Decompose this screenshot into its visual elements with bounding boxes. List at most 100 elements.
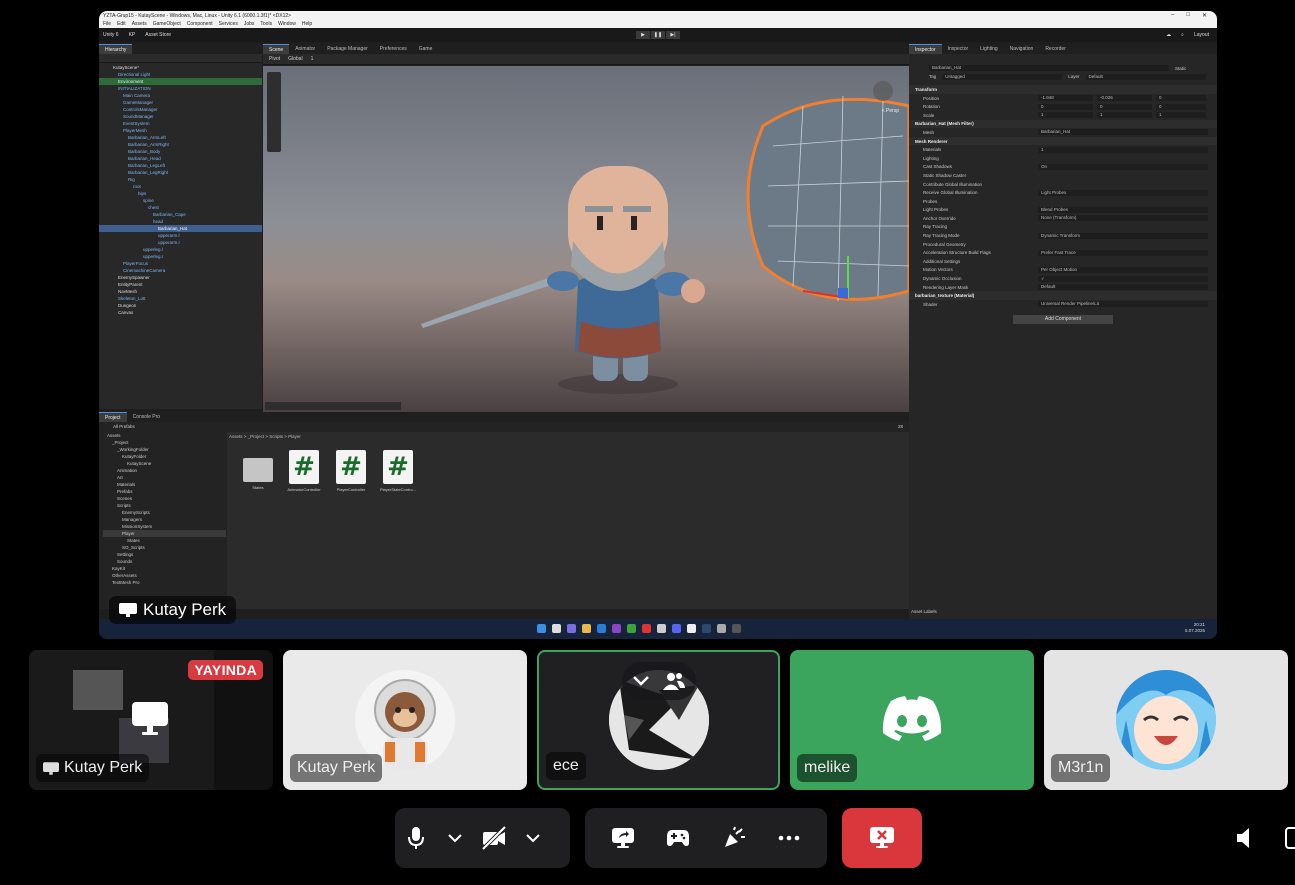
asset-labels[interactable]: Asset Labels <box>911 609 937 614</box>
property-value[interactable]: On <box>1038 163 1208 170</box>
project-folder-item[interactable]: Art <box>103 474 226 481</box>
hierarchy-item[interactable]: GameManager <box>99 99 262 106</box>
outlook-icon[interactable] <box>597 624 606 633</box>
property-value[interactable]: 1 <box>1038 146 1208 153</box>
project-folder-item[interactable]: Player <box>103 530 226 537</box>
opera-icon[interactable] <box>642 624 651 633</box>
unity-icon[interactable] <box>732 624 741 633</box>
screen-share-stream[interactable]: YZTA-Grup15 - KutayScene - Windows, Mac,… <box>99 11 1217 639</box>
search-icon[interactable] <box>552 624 561 633</box>
scene-tool-palette[interactable] <box>267 72 281 152</box>
hierarchy-item[interactable]: chest <box>99 204 262 211</box>
hierarchy-item[interactable]: NavMesh <box>99 288 262 295</box>
tab-navigation[interactable]: Navigation <box>1004 44 1040 54</box>
xbox-icon[interactable] <box>627 624 636 633</box>
menu-assets[interactable]: Assets <box>132 21 147 27</box>
chevron-down-icon[interactable] <box>632 675 650 687</box>
property-row[interactable]: Rendering Layer Mask Default <box>909 283 1217 292</box>
tab-inspector[interactable]: Inspector <box>909 44 942 54</box>
project-folder-item[interactable]: MissionSystem <box>103 523 226 530</box>
soundboard-button[interactable] <box>713 808 755 868</box>
scene-overlay-toolbar[interactable] <box>265 402 401 410</box>
property-value[interactable]: Universal Render Pipeline/Lit <box>1038 301 1208 308</box>
property-row[interactable]: Procedural Geometry <box>909 240 1217 249</box>
property-value[interactable]: Per Object Motion <box>1038 266 1208 273</box>
project-folder-item[interactable]: Assets <box>103 432 226 439</box>
microphone-options-button[interactable] <box>437 808 473 868</box>
property-value[interactable]: Default <box>1038 284 1208 291</box>
hierarchy-item[interactable]: upperleg.l <box>99 246 262 253</box>
project-folder-item[interactable]: Scenes <box>103 495 226 502</box>
hierarchy-item[interactable]: Dungeon <box>99 302 262 309</box>
hierarchy-item[interactable]: spine <box>99 197 262 204</box>
tab-lighting[interactable]: Lighting <box>974 44 1004 54</box>
screen-share-button[interactable] <box>602 808 644 868</box>
menu-file[interactable]: File <box>103 21 111 27</box>
property-row[interactable]: Light Probes Blend Probes <box>909 206 1217 215</box>
step-button[interactable]: ▶| <box>666 31 680 39</box>
hierarchy-item[interactable]: Barbarian_LegLeft <box>99 162 262 169</box>
disconnect-button[interactable] <box>842 808 922 868</box>
steam-icon[interactable] <box>702 624 711 633</box>
component-header[interactable]: Barbarian_Hat (Mesh Filter) <box>909 119 1217 129</box>
menu-window[interactable]: Window <box>278 21 296 27</box>
hierarchy-item[interactable]: Barbarian_ArmRight <box>99 141 262 148</box>
hierarchy-item[interactable]: EventSystem <box>99 120 262 127</box>
tab-recorder[interactable]: Recorder <box>1039 44 1072 54</box>
layout-dropdown[interactable]: Layout <box>1194 32 1209 38</box>
search-icon[interactable]: ⌕ <box>1181 32 1184 38</box>
project-folder-item[interactable]: _Project <box>103 439 226 446</box>
object-name-field[interactable]: Barbarian_Hat <box>929 65 1169 72</box>
hierarchy-item[interactable]: SoundManager <box>99 113 262 120</box>
hierarchy-item[interactable]: hips <box>99 190 262 197</box>
hierarchy-item[interactable]: INITIALIZATION <box>99 85 262 92</box>
unity-hub-icon[interactable] <box>717 624 726 633</box>
add-component-button[interactable]: Add Component <box>1013 314 1113 324</box>
component-header[interactable]: Mesh Renderer <box>909 136 1217 146</box>
hierarchy-item[interactable]: Rig <box>99 176 262 183</box>
property-row[interactable]: Ray Tracing <box>909 223 1217 232</box>
hierarchy-item[interactable]: PlayerMesh <box>99 127 262 134</box>
hierarchy-item[interactable]: CinemachineCamera <box>99 267 262 274</box>
hierarchy-search[interactable] <box>99 54 262 63</box>
hierarchy-item[interactable]: Skeleton_Lott <box>99 295 262 302</box>
project-folder-item[interactable]: Materials <box>103 481 226 488</box>
persp-label[interactable]: < Persp <box>882 108 899 114</box>
scale-z[interactable]: 1 <box>1156 112 1206 119</box>
project-folder-item[interactable]: Scripts <box>103 502 226 509</box>
property-value[interactable]: Prefer Fast Trace <box>1038 249 1208 256</box>
more-options-button[interactable] <box>768 808 810 868</box>
project-breadcrumb[interactable]: Assets > _Project > Scripts > Player <box>229 434 301 439</box>
property-row[interactable]: Materials 1 <box>909 145 1217 154</box>
file-explorer-icon[interactable] <box>582 624 591 633</box>
close-icon[interactable]: ✕ <box>1202 12 1207 19</box>
property-row[interactable]: Mesh Barbarian_Hat <box>909 128 1217 137</box>
asset-store-button[interactable]: Asset Store <box>145 32 171 38</box>
property-value[interactable]: None (Transform) <box>1038 215 1208 222</box>
project-folder-item[interactable]: EnemyScripts <box>103 509 226 516</box>
hierarchy-item[interactable]: EnemySpawner <box>99 274 262 281</box>
property-value[interactable]: Barbarian_Hat <box>1038 129 1208 136</box>
menu-services[interactable]: Services <box>219 21 238 27</box>
tab-package-manager[interactable]: Package Manager <box>321 44 374 54</box>
start-icon[interactable] <box>537 624 546 633</box>
project-folder-item[interactable]: Settings <box>103 551 226 558</box>
project-folder-item[interactable]: Prefabs <box>103 488 226 495</box>
position-z[interactable]: 0 <box>1156 95 1206 102</box>
hierarchy-item[interactable]: head <box>99 218 262 225</box>
camera-options-button[interactable] <box>515 808 551 868</box>
participant-tile-kutay[interactable]: Kutay Perk <box>283 650 527 790</box>
project-folder-item[interactable]: KayKit <box>103 565 226 572</box>
hierarchy-item[interactable]: Barbarian_Cape <box>99 211 262 218</box>
property-row[interactable]: Lighting <box>909 154 1217 163</box>
transform-header[interactable]: Transform <box>909 85 1217 94</box>
camera-button[interactable] <box>473 808 515 868</box>
rotation-z[interactable]: 0 <box>1156 103 1206 110</box>
rotation-y[interactable]: 0 <box>1097 103 1152 110</box>
volume-button[interactable] <box>1236 826 1256 855</box>
menu-help[interactable]: Help <box>302 21 312 27</box>
minimize-icon[interactable]: – <box>1171 12 1174 19</box>
property-row[interactable]: Receive Global Illumination Light Probes <box>909 188 1217 197</box>
scale-x[interactable]: 1 <box>1038 112 1093 119</box>
participant-tile-m3r1n[interactable]: M3r1n <box>1044 650 1288 790</box>
